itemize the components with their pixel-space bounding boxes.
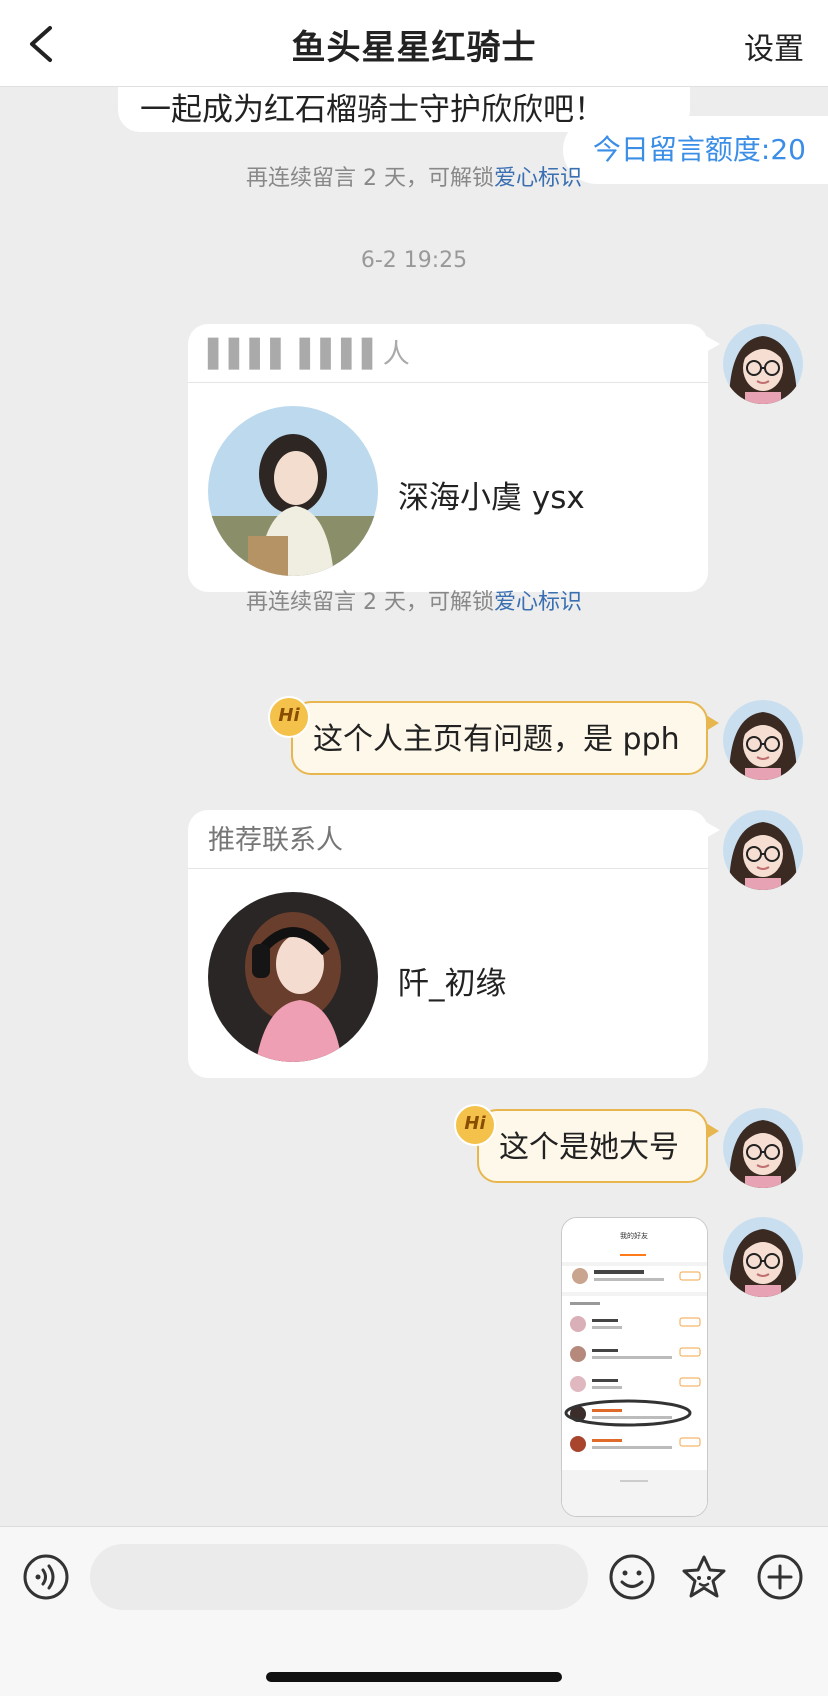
my-avatar[interactable]	[723, 810, 803, 890]
my-avatar[interactable]	[723, 1108, 803, 1188]
user-avatar-image	[723, 1217, 803, 1297]
love-mark-link[interactable]: 爱心标识	[494, 590, 582, 615]
user-avatar-image	[723, 1108, 803, 1188]
contact-card-header: ▌▌▌▌ ▌▌▌▌人	[188, 324, 708, 383]
my-avatar[interactable]	[723, 1217, 803, 1297]
timestamp: 6-2 19:25	[360, 248, 468, 273]
emoji-icon	[609, 1554, 655, 1600]
screenshot-thumbnail-image: 我的好友	[562, 1218, 707, 1516]
message-text: 这个人主页有问题，是 pph	[313, 722, 680, 757]
hi-badge-icon: Hi	[268, 696, 310, 738]
hi-badge-icon: Hi	[454, 1104, 496, 1146]
home-indicator[interactable]	[266, 1672, 562, 1682]
contact-avatar	[208, 892, 378, 1062]
message-input[interactable]	[90, 1544, 588, 1610]
svg-text:我的好友: 我的好友	[620, 1231, 648, 1240]
message-text: 这个是她大号	[499, 1130, 679, 1165]
user-avatar-image	[723, 700, 803, 780]
settings-button[interactable]: 设置	[744, 24, 804, 68]
emoji-button[interactable]	[608, 1553, 656, 1601]
my-avatar[interactable]	[723, 700, 803, 780]
plus-button[interactable]	[756, 1553, 804, 1601]
text-message-bubble[interactable]: 这个是她大号	[477, 1109, 719, 1183]
contact-card[interactable]: ▌▌▌▌ ▌▌▌▌人 深海小虞 ysx	[188, 324, 720, 592]
image-message[interactable]: 我的好友	[561, 1217, 708, 1517]
love-mark-link[interactable]: 爱心标识	[494, 166, 582, 191]
contact-card-header: 推荐联系人	[188, 810, 708, 869]
plus-icon	[757, 1554, 803, 1600]
system-notice: 再连续留言 2 天，可解锁爱心标识	[0, 584, 828, 616]
voice-icon	[23, 1554, 69, 1600]
system-notice-text: 再连续留言 2 天，可解锁	[246, 166, 494, 191]
sticker-icon	[682, 1555, 726, 1598]
user-avatar-image	[723, 810, 803, 890]
input-bar	[0, 1526, 828, 1696]
user-avatar-image	[723, 324, 803, 404]
page-title: 鱼头星星红骑士	[291, 28, 537, 68]
my-avatar[interactable]	[723, 324, 803, 404]
contact-avatar	[208, 406, 378, 576]
system-notice: 再连续留言 2 天，可解锁爱心标识	[0, 160, 828, 192]
system-notice-text: 再连续留言 2 天，可解锁	[246, 590, 494, 615]
text-message-bubble[interactable]: 这个人主页有问题，是 pph	[291, 701, 719, 775]
contact-name: 阡_初缘	[398, 966, 507, 1002]
sticker-button[interactable]	[680, 1553, 728, 1601]
contact-photo-image	[208, 892, 378, 1062]
top-bar: 鱼头星星红骑士 设置	[0, 0, 828, 87]
voice-button[interactable]	[22, 1553, 70, 1601]
contact-card[interactable]: 推荐联系人 阡_初缘	[188, 810, 720, 1078]
contact-name: 深海小虞 ysx	[398, 480, 585, 516]
contact-photo-image	[208, 406, 378, 576]
